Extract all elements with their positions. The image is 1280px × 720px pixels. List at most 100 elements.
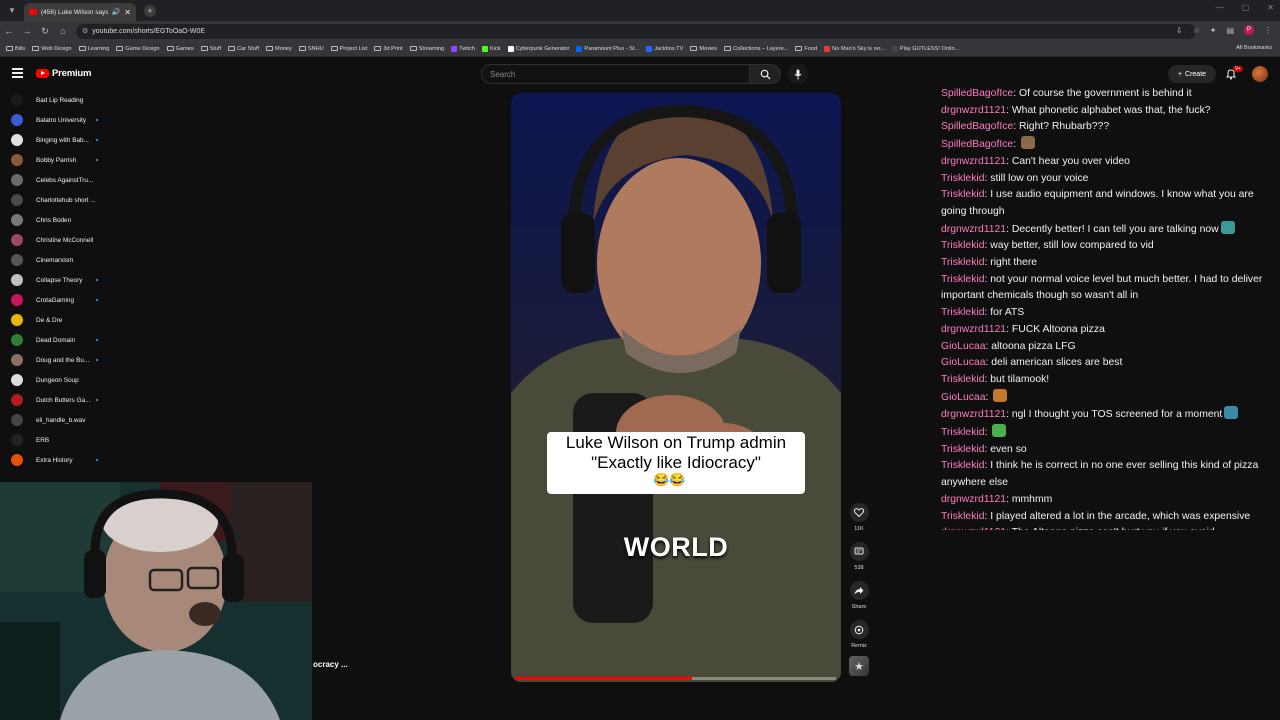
- shorts-video-player[interactable]: [511, 93, 841, 682]
- chat-username[interactable]: Trisklekid: [941, 307, 985, 318]
- sidebar-subscription-item[interactable]: Charlottehub short ...: [0, 190, 110, 210]
- bookmark-star-icon[interactable]: ☆: [1193, 26, 1200, 35]
- extensions-icon[interactable]: ✦: [1210, 26, 1217, 35]
- chat-username[interactable]: drgnwzrd1121: [941, 324, 1006, 335]
- bookmark-item[interactable]: Cyberpunk Generator: [507, 45, 569, 52]
- sidebar-subscription-item[interactable]: Dead Domain: [0, 330, 110, 350]
- bookmark-item[interactable]: Streaming: [409, 46, 444, 52]
- chat-username[interactable]: GioLucaa: [941, 392, 985, 403]
- browser-tab[interactable]: (456) Luke Wilson says Tru 🔊 ✕: [24, 3, 136, 21]
- chat-username[interactable]: Trisklekid: [941, 511, 985, 522]
- bookmark-item[interactable]: Play GUTLESS! Onlin...: [891, 45, 959, 52]
- account-avatar[interactable]: [1252, 66, 1268, 82]
- bookmark-item[interactable]: Stuff: [200, 46, 221, 52]
- chat-username[interactable]: Trisklekid: [941, 189, 985, 200]
- bookmark-item[interactable]: No Man's Sky is rer...: [824, 45, 885, 52]
- reload-icon[interactable]: ↻: [36, 26, 54, 37]
- sidebar-subscription-item[interactable]: Binging with Bab...: [0, 130, 110, 150]
- remix-button[interactable]: Remix: [846, 620, 872, 659]
- sidebar-subscription-item[interactable]: Cinemarxism: [0, 250, 110, 270]
- sidebar-subscription-item[interactable]: CrotaGaming: [0, 290, 110, 310]
- close-window-icon[interactable]: ✕: [1267, 3, 1274, 12]
- create-button[interactable]: + Create: [1168, 65, 1216, 83]
- like-button[interactable]: 11K: [846, 503, 872, 542]
- chat-username[interactable]: Trisklekid: [941, 240, 985, 251]
- chat-username[interactable]: SpilledBagofIce: [941, 121, 1013, 132]
- youtube-logo[interactable]: Premium: [36, 68, 91, 79]
- chat-username[interactable]: GioLucaa: [941, 357, 985, 368]
- bookmark-item[interactable]: Food: [795, 46, 817, 52]
- back-icon[interactable]: ←: [0, 26, 18, 36]
- bookmark-item[interactable]: Paramount Plus - St...: [576, 45, 639, 52]
- bookmark-item[interactable]: Learning: [78, 46, 109, 52]
- minimize-icon[interactable]: —: [1216, 3, 1224, 12]
- sidebar-subscription-item[interactable]: De & Dre: [0, 310, 110, 330]
- sidebar-subscription-item[interactable]: eli_handle_b.wav: [0, 410, 110, 430]
- sidebar-subscription-item[interactable]: Dutch Butters Ga...: [0, 390, 110, 410]
- chat-username[interactable]: GioLucaa: [941, 341, 985, 352]
- sidebar-subscription-item[interactable]: Collapse Theory: [0, 270, 110, 290]
- chat-username[interactable]: SpilledBagofIce: [941, 88, 1013, 99]
- install-icon[interactable]: ⇩: [1176, 26, 1183, 35]
- bookmark-item[interactable]: Collections – Layere...: [724, 46, 788, 52]
- chat-username[interactable]: Trisklekid: [941, 274, 985, 285]
- search-input[interactable]: Search: [481, 64, 749, 84]
- comments-button[interactable]: 538: [846, 542, 872, 581]
- bookmark-item[interactable]: Movies: [690, 46, 717, 52]
- site-info-icon[interactable]: ⚙: [82, 27, 88, 35]
- bookmark-item[interactable]: Money: [266, 46, 292, 52]
- sidebar-subscription-item[interactable]: ERB: [0, 430, 110, 450]
- bookmark-item[interactable]: Project List: [330, 46, 367, 52]
- url-field[interactable]: ⚙ youtube.com/shorts/EGToOaO-W0E: [76, 23, 1196, 39]
- sidebar-subscription-item[interactable]: Doug and the Bu...: [0, 350, 110, 370]
- chat-username[interactable]: drgnwzrd1121: [941, 494, 1006, 505]
- bookmark-item[interactable]: Kick: [482, 45, 501, 52]
- chat-username[interactable]: Trisklekid: [941, 460, 985, 471]
- chat-username[interactable]: Trisklekid: [941, 444, 985, 455]
- sidebar-subscription-item[interactable]: Dungeon Soup: [0, 370, 110, 390]
- chat-username[interactable]: Trisklekid: [941, 257, 985, 268]
- sidebar-subscription-item[interactable]: Balatro University: [0, 110, 110, 130]
- video-progress-bar[interactable]: [515, 677, 836, 680]
- chat-username[interactable]: Trisklekid: [941, 173, 985, 184]
- bookmark-item[interactable]: Game Design: [116, 46, 160, 52]
- home-icon[interactable]: ⌂: [54, 26, 72, 36]
- tab-search-icon[interactable]: ▾: [3, 3, 21, 19]
- chat-username[interactable]: drgnwzrd1121: [941, 156, 1006, 167]
- audio-thumbnail[interactable]: ★: [849, 656, 869, 676]
- browser-menu-icon[interactable]: ⋮: [1264, 26, 1272, 35]
- speaker-icon[interactable]: 🔊: [112, 8, 121, 16]
- sidebar-subscription-item[interactable]: Christine McConnell: [0, 230, 110, 250]
- bookmark-item[interactable]: Twitch: [451, 45, 475, 52]
- chat-username[interactable]: Trisklekid: [941, 427, 985, 438]
- sidebar-subscription-item[interactable]: Chris Boden: [0, 210, 110, 230]
- maximize-icon[interactable]: ▢: [1242, 3, 1250, 12]
- chat-username[interactable]: Trisklekid: [941, 374, 985, 385]
- bookmark-item[interactable]: Jackbox.TV: [646, 45, 683, 52]
- sidebar-subscription-item[interactable]: Bobby Parrish: [0, 150, 110, 170]
- voice-search-button[interactable]: [788, 64, 808, 84]
- new-tab-button[interactable]: +: [144, 4, 156, 17]
- short-title-overlay[interactable]: ocracy ...: [313, 660, 348, 669]
- menu-icon[interactable]: [12, 68, 23, 78]
- close-tab-icon[interactable]: ✕: [124, 8, 131, 17]
- chat-username[interactable]: drgnwzrd1121: [941, 105, 1006, 116]
- profile-icon[interactable]: P: [1244, 25, 1254, 35]
- bookmark-item[interactable]: Car Stuff: [228, 46, 259, 52]
- bookmark-item[interactable]: Web Design: [32, 46, 72, 52]
- bookmark-item[interactable]: Games: [166, 46, 194, 52]
- sidebar-subscription-item[interactable]: Extra History: [0, 450, 110, 470]
- all-bookmarks-button[interactable]: All Bookmarks: [1236, 45, 1272, 51]
- bookmark-item[interactable]: Bills: [6, 46, 25, 52]
- share-button[interactable]: Share: [846, 581, 872, 620]
- search-button[interactable]: [749, 64, 781, 84]
- bookmark-item[interactable]: 3d Print: [374, 46, 403, 52]
- chat-username[interactable]: SpilledBagofIce: [941, 139, 1013, 150]
- chat-username[interactable]: drgnwzrd1121: [941, 409, 1006, 420]
- sidebar-subscription-item[interactable]: Bad Lip Reading: [0, 90, 110, 110]
- sidebar-subscription-item[interactable]: Celebs AgainstTru...: [0, 170, 110, 190]
- chat-username[interactable]: drgnwzrd1121: [941, 224, 1006, 235]
- forward-icon[interactable]: →: [18, 26, 36, 36]
- sidepanel-icon[interactable]: ▤: [1226, 26, 1234, 35]
- bookmark-item[interactable]: SNHU: [298, 46, 324, 52]
